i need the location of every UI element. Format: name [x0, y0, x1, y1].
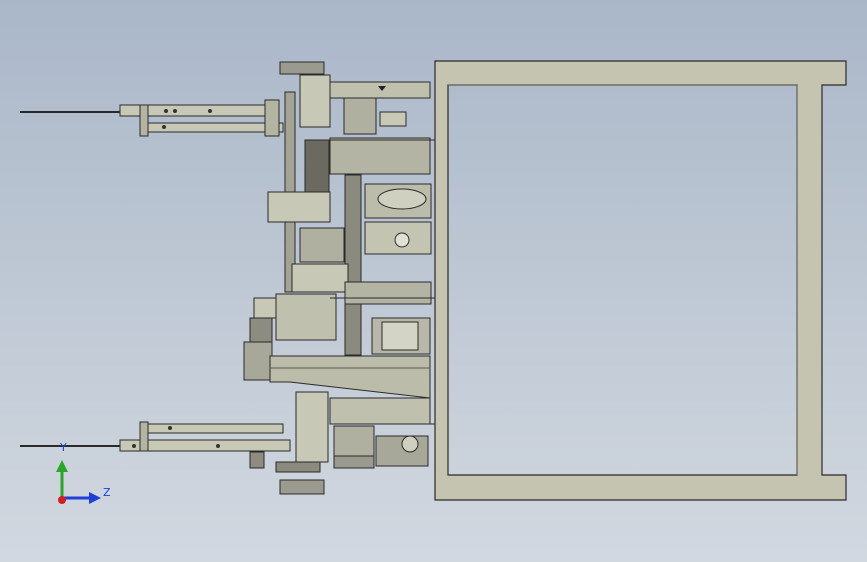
machine-assembly-drawing [20, 60, 847, 504]
coordinate-triad [56, 460, 101, 504]
frame-outline [434, 60, 847, 501]
axis-origin [58, 496, 66, 504]
upper-arm-assembly [20, 99, 284, 137]
cad-viewport[interactable]: Y Z [0, 0, 867, 562]
z-axis-label: Z [103, 486, 111, 499]
outer-frame [434, 60, 847, 501]
y-axis-label: Y [60, 441, 67, 454]
